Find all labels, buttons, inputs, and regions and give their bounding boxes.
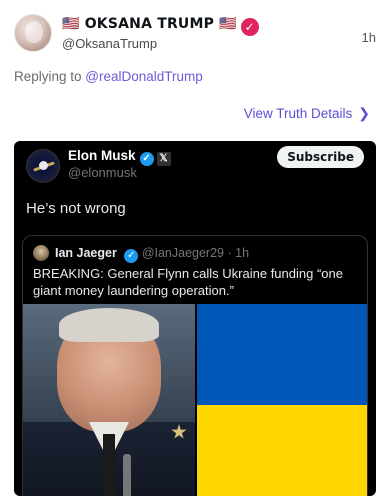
embed-post-text: He’s not wrong (26, 200, 126, 217)
post-timestamp[interactable]: 1h (362, 30, 376, 45)
replying-prefix: Replying to (14, 69, 86, 84)
user-handle[interactable]: @OksanaTrump (62, 36, 157, 51)
photo-tie (103, 434, 115, 496)
post-header: 🇺🇸 OKSANA TRUMP 🇺🇸 ✓ @OksanaTrump 1h (14, 14, 376, 54)
quote-post-text: BREAKING: General Flynn calls Ukraine fu… (33, 266, 343, 298)
quote-header: Ian Jaeger ✓ @IanJaeger29 · 1h (55, 246, 249, 263)
quoted-post-card[interactable]: Ian Jaeger ✓ @IanJaeger29 · 1h BREAKING:… (22, 235, 368, 496)
general-photo[interactable] (23, 304, 195, 496)
verified-check-icon: ✓ (139, 152, 154, 166)
ukraine-flag-image[interactable] (197, 304, 367, 496)
replying-to: Replying to @realDonaldTrump (14, 69, 203, 84)
quote-author-name[interactable]: Ian Jaeger (55, 246, 117, 260)
quote-time: · 1h (227, 246, 250, 260)
quote-author-handle[interactable]: @IanJaeger29 (142, 246, 224, 260)
view-truth-details-link[interactable]: View Truth Details ❯ (244, 105, 370, 122)
flag-yellow-stripe (197, 405, 367, 496)
microphone-icon (123, 454, 131, 496)
photo-hair (59, 308, 159, 342)
embed-author-name-text: Elon Musk (68, 148, 136, 163)
replying-mention-link[interactable]: @realDonaldTrump (85, 69, 203, 84)
view-truth-details-label: View Truth Details (243, 106, 353, 121)
embed-author-handle[interactable]: @elonmusk (68, 165, 137, 180)
x-logo-icon: 𝕏 (156, 152, 171, 166)
verified-check-icon: ✓ (124, 249, 139, 263)
embedded-post-card[interactable]: Elon Musk ✓ 𝕏 @elonmusk Subscribe He’s not… (14, 141, 376, 496)
flag-blue-stripe (197, 304, 367, 405)
verified-badge-icon: ✓ (240, 18, 259, 36)
subscribe-button[interactable]: Subscribe (277, 146, 364, 168)
avatar[interactable] (14, 14, 52, 52)
display-name[interactable]: 🇺🇸 OKSANA TRUMP 🇺🇸 ✓ (62, 16, 259, 36)
embed-author-name[interactable]: Elon Musk ✓ 𝕏 (68, 148, 171, 166)
embed-avatar[interactable] (26, 149, 60, 183)
quote-avatar[interactable] (33, 245, 49, 261)
chevron-right-icon: ❯ (358, 105, 370, 121)
display-name-text: 🇺🇸 OKSANA TRUMP 🇺🇸 (62, 16, 237, 32)
